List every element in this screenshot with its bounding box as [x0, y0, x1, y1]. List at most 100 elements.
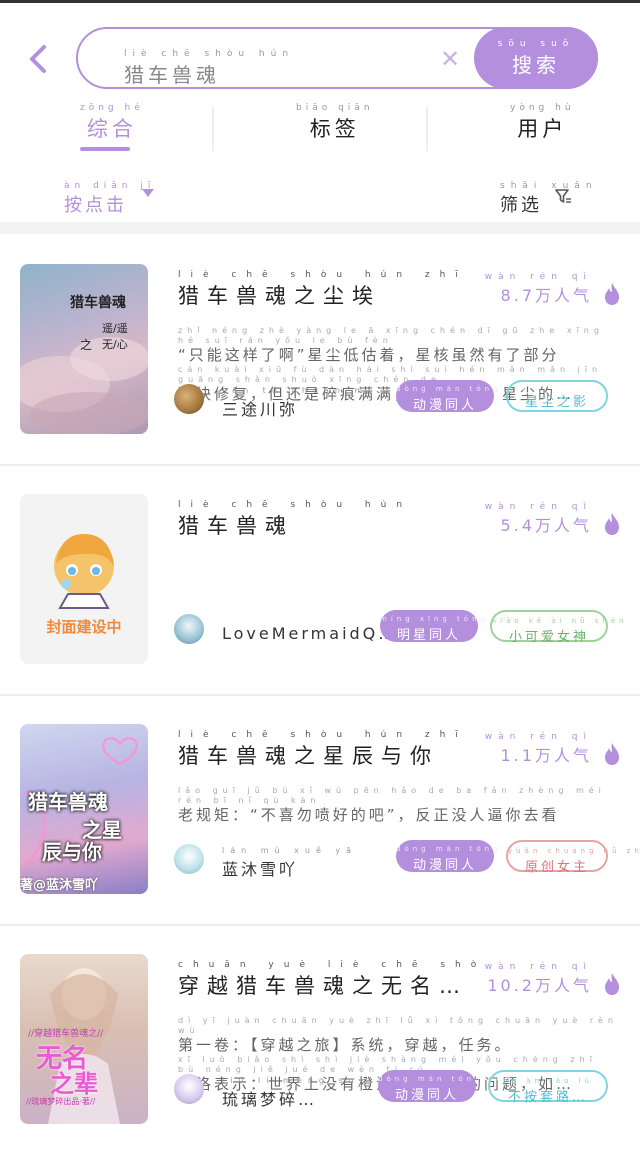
tag-badge[interactable]: dòng màn tóng rén 动漫同人: [378, 1070, 514, 1103]
filter-icon[interactable]: [554, 187, 572, 205]
cover-author: 著@蓝沐雪吖: [20, 878, 99, 893]
tab-general-pinyin: zōng hé: [80, 103, 144, 113]
tag-badge[interactable]: dòng màn tóng rén 动漫同人: [396, 380, 532, 413]
search-button-pinyin: sōu suǒ: [497, 39, 575, 49]
popularity-pinyin: wàn rén qì: [484, 502, 592, 512]
tab-active-indicator: [80, 147, 130, 151]
flame-icon: [605, 513, 619, 535]
tag-label: 明星同人: [396, 628, 461, 643]
tag-badge[interactable]: dòng màn tóng rén 动漫同人: [396, 840, 532, 873]
tab-tags[interactable]: biāo qiān 标签: [296, 103, 374, 143]
tag-badge[interactable]: xiǎo kě ài nǚ shén 小可爱女神: [490, 610, 628, 645]
cover-subtitle: 辰与你: [42, 840, 102, 864]
popularity-pinyin: wàn rén qì: [484, 732, 592, 742]
filter-label: 筛选: [500, 195, 542, 216]
author-name: LoveMermaidQ…: [222, 624, 397, 643]
book-title-pinyin: liè chē shòu hún: [178, 500, 413, 510]
filter-pinyin: shāi xuǎn: [500, 181, 598, 191]
tab-users-label: 用户: [517, 117, 568, 141]
tag-label: 小可爱女神: [508, 630, 589, 645]
cover-text: 遥/遥: [102, 322, 128, 335]
cover-author: //琉璃梦碎出品·著//: [26, 1097, 96, 1106]
search-query: 猎车兽魂: [124, 63, 220, 87]
tag-pinyin: xiǎo kě ài nǚ shén: [492, 617, 628, 625]
tag-label: 星尘之影: [524, 395, 589, 410]
popularity-value: 8.7万人气: [500, 286, 592, 305]
book-title[interactable]: chuān yuè liè chē shòu hún zhī wú míng 穿…: [178, 960, 478, 1000]
search-input[interactable]: liè chē shòu hún 猎车兽魂: [124, 49, 294, 88]
desc-pinyin: lǎo guī jǔ bù xǐ wù pēn hǎo de ba fǎn zh…: [178, 786, 606, 805]
popularity: wàn rén qì 5.4万人气: [485, 502, 592, 536]
filter-button[interactable]: shāi xuǎn 筛选: [500, 181, 598, 217]
tag-pinyin: dòng màn tóng rén: [396, 385, 532, 393]
book-cover: 封面建设中: [20, 494, 148, 664]
book-title[interactable]: liè chē shòu hún zhī xīng chén yǔ nǐ 猎车兽…: [178, 730, 478, 770]
popularity: wàn rén qì 10.2万人气: [485, 962, 592, 996]
caret-down-icon[interactable]: [142, 189, 154, 197]
cover-placeholder-text: 封面建设中: [46, 618, 122, 636]
book-title-text: 穿越猎车兽魂之无名…: [178, 974, 468, 998]
desc-pinyin: zhǐ néng zhè yàng le ā xīng chén dī gū z…: [178, 326, 604, 345]
sort-label: 按点击: [64, 195, 127, 216]
book-title-pinyin: chuān yuè liè chē shòu hún zhī wú míng: [178, 960, 478, 970]
cover-title: 猎车兽魂: [70, 295, 126, 311]
book-title-text: 猎车兽魂之尘埃: [178, 284, 381, 308]
tab-users[interactable]: yòng hù 用户: [510, 103, 575, 143]
tag-label: 不按套路…: [507, 1090, 588, 1105]
back-button[interactable]: [24, 41, 54, 77]
search-bar: liè chē shòu hún 猎车兽魂 ✕ sōu suǒ 搜索: [76, 27, 598, 89]
author-name-text: LoveMermaidQ…: [222, 624, 398, 643]
search-button[interactable]: sōu suǒ 搜索: [474, 27, 598, 89]
placeholder-character-icon: [54, 534, 114, 609]
desc-line: 第一卷：【穿越之旅】系统，穿越，任务。: [178, 1036, 513, 1054]
author-pinyin: liú lí mèng suì: [222, 1076, 368, 1085]
author-name-text: 三途川弥: [222, 400, 299, 419]
sort-dropdown[interactable]: àn diǎn jī 按点击: [64, 181, 155, 217]
tag-badge[interactable]: bù àn tào lù 不按套路…: [488, 1070, 608, 1105]
tab-general-label: 综合: [86, 117, 137, 141]
result-card[interactable]: 猎车兽魂 之 遥/遥 无/心 liè chē shòu hún zhī chén…: [0, 236, 640, 454]
cover-subtitle: 之: [80, 338, 93, 352]
tag-badge[interactable]: míng xīng tóng rén 明星同人: [380, 610, 515, 643]
tag-badge[interactable]: yuán chuàng nǚ zhǔ 原创女主: [506, 840, 640, 875]
popularity: wàn rén qì 1.1万人气: [485, 732, 592, 766]
author-pinyin: sān tú chuān mí: [222, 386, 377, 395]
section-separator: [0, 222, 640, 234]
avatar: [174, 384, 204, 414]
tag-label: 动漫同人: [394, 1088, 459, 1103]
book-description: lǎo guī jǔ bù xǐ wù pēn hǎo de ba fǎn zh…: [178, 786, 618, 825]
desc-line: 老规矩：“不喜勿喷好的吧”，反正没人逼你去看: [178, 806, 560, 824]
author-name-text: 蓝沐雪吖: [222, 860, 299, 879]
result-card[interactable]: 猎车兽魂 之星 辰与你 著@蓝沐雪吖 liè chē shòu hún zhī …: [0, 696, 640, 914]
result-card[interactable]: //穿越猎车兽魂之// 无名 之辈 //琉璃梦碎出品·著// chuān yuè…: [0, 926, 640, 1160]
book-title[interactable]: liè chē shòu hún zhī chén āi 猎车兽魂之尘埃: [178, 270, 478, 310]
result-card[interactable]: 封面建设中 liè chē shòu hún 猎车兽魂 wàn rén qì 5…: [0, 466, 640, 684]
tag-label: 动漫同人: [412, 858, 477, 873]
book-title-text: 猎车兽魂之星辰与你: [178, 744, 439, 768]
avatar: [174, 614, 204, 644]
clear-icon[interactable]: ✕: [440, 45, 460, 73]
flame-icon: [605, 283, 619, 305]
tab-users-pinyin: yòng hù: [510, 103, 575, 113]
popularity: wàn rén qì 8.7万人气: [485, 272, 592, 306]
author-name: sān tú chuān mí 三途川弥: [222, 386, 377, 420]
desc-line: “只能这样了啊”星尘低估着，星核虽然有了部分: [178, 346, 560, 364]
author-name: lán mù xuě yā 蓝沐雪吖: [222, 846, 357, 880]
cover-title: 猎车兽魂: [28, 790, 108, 814]
avatar: [174, 1074, 204, 1104]
tab-tags-label: 标签: [309, 117, 360, 141]
book-title[interactable]: liè chē shòu hún 猎车兽魂: [178, 500, 478, 540]
tag-pinyin: dòng màn tóng rén: [396, 845, 532, 853]
author-name-text: 琉璃梦碎…: [222, 1090, 318, 1109]
author-pinyin: lán mù xuě yā: [222, 846, 358, 855]
avatar: [174, 844, 204, 874]
search-button-label: 搜索: [512, 53, 560, 77]
tag-badge[interactable]: 星尘之影: [506, 380, 608, 412]
result-tabs: zōng hé 综合 biāo qiān 标签 yòng hù 用户: [0, 103, 640, 153]
popularity-value: 10.2万人气: [487, 976, 592, 995]
tab-general[interactable]: zōng hé 综合: [80, 103, 144, 143]
tab-tags-pinyin: biāo qiān: [296, 103, 374, 113]
search-header: liè chē shòu hún 猎车兽魂 ✕ sōu suǒ 搜索 zōng …: [0, 3, 640, 233]
cover-subtitle: 之辈: [50, 1070, 98, 1098]
tag-pinyin: dòng màn tóng rén: [378, 1075, 514, 1083]
